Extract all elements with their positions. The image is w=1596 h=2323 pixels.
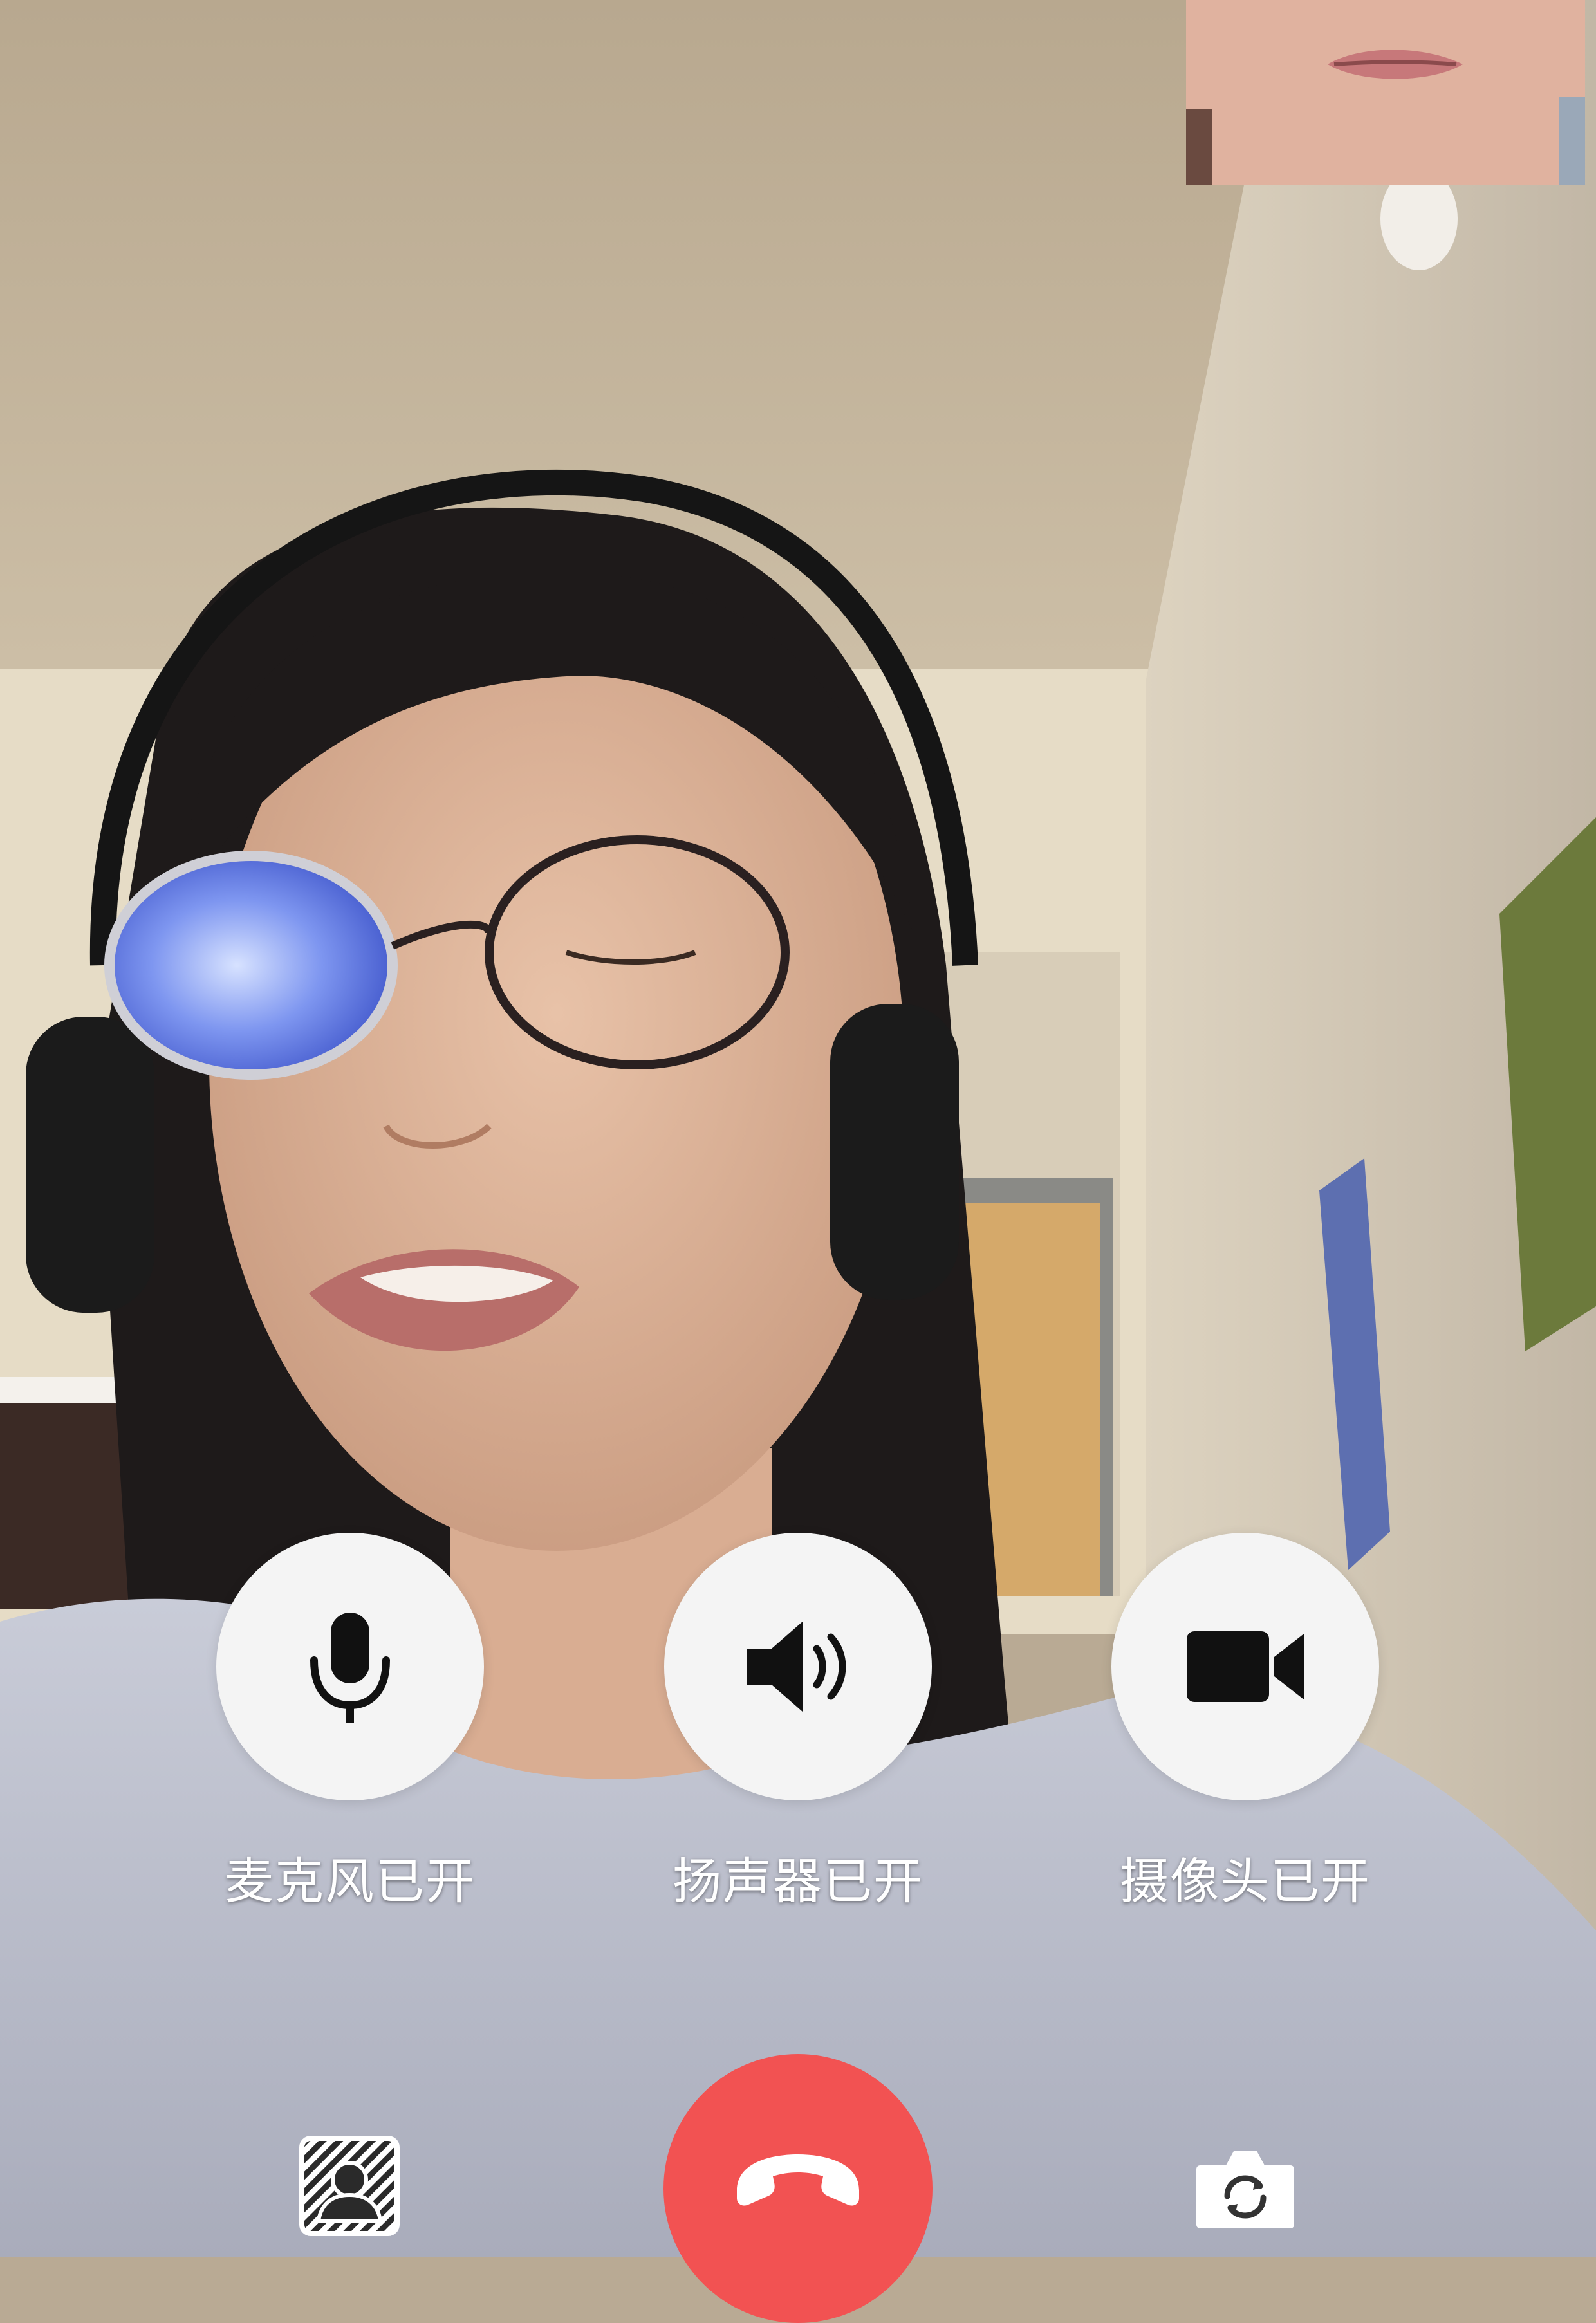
blur-background-button[interactable]	[297, 2135, 402, 2239]
self-video-scene	[1186, 0, 1585, 185]
microphone-toggle-button[interactable]	[216, 1533, 484, 1800]
switch-camera-button[interactable]	[1193, 2144, 1297, 2234]
video-camera-icon	[1184, 1625, 1306, 1708]
microphone-icon	[305, 1609, 395, 1725]
self-video-preview[interactable]	[1186, 0, 1585, 185]
microphone-status-label: 麦克风已开	[225, 1853, 476, 1910]
camera-toggle-button[interactable]	[1111, 1533, 1379, 1800]
camera-status-label: 摄像头已开	[1120, 1853, 1371, 1910]
speaker-icon	[743, 1615, 853, 1718]
speaker-toggle-button[interactable]	[664, 1533, 932, 1800]
remote-video-feed	[0, 0, 1596, 2257]
blur-background-icon	[299, 2136, 400, 2239]
speaker-status-label: 扬声器已开	[673, 1853, 923, 1910]
remote-video-scene	[0, 0, 1596, 2257]
hang-up-button[interactable]	[663, 2054, 933, 2323]
hang-up-phone-icon	[730, 2151, 866, 2211]
switch-camera-icon	[1194, 2146, 1297, 2232]
